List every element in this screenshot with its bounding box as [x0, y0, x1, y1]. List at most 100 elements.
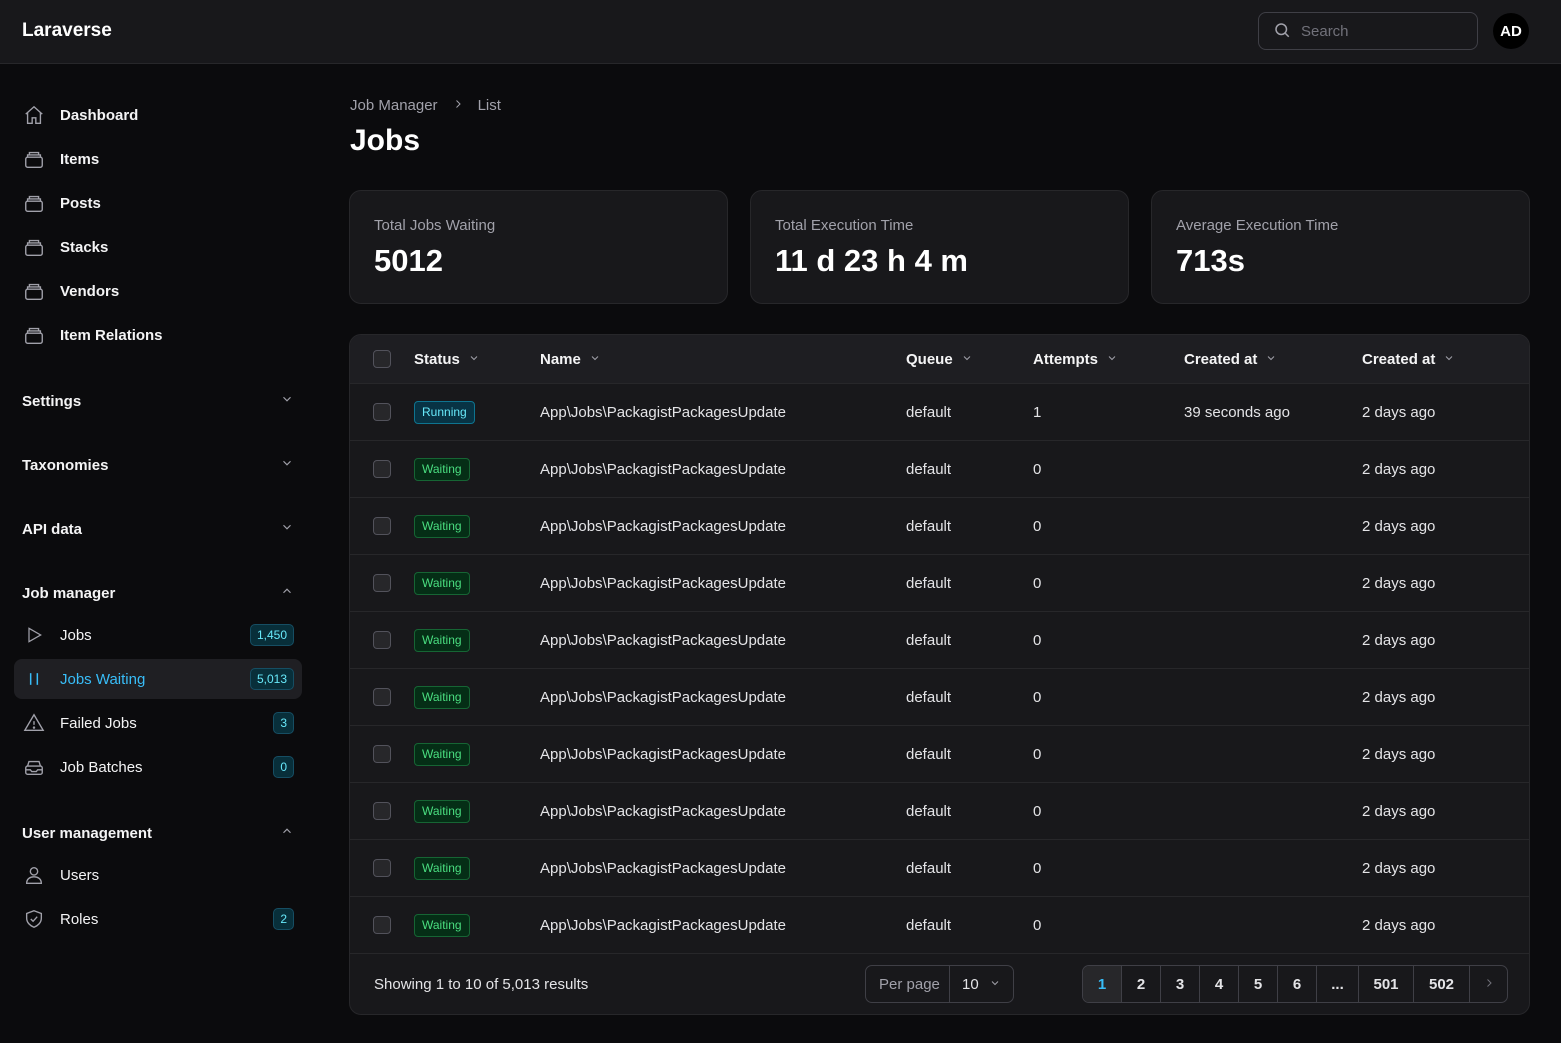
sidebar-item-vendors[interactable]: Vendors	[14, 271, 302, 311]
table-row[interactable]: Waiting App\Jobs\PackagistPackagesUpdate d…	[350, 726, 1529, 783]
table-row[interactable]: Waiting App\Jobs\PackagistPackagesUpdate d…	[350, 441, 1529, 498]
column-header-status[interactable]: Status	[414, 351, 480, 368]
sidebar-item-job-batches[interactable]: Job Batches 0	[14, 747, 302, 787]
sidebar-item-posts[interactable]: Posts	[14, 183, 302, 223]
table-row[interactable]: Running App\Jobs\PackagistPackagesUpdate d…	[350, 384, 1529, 441]
job-attempts: 0	[1033, 461, 1042, 478]
row-checkbox[interactable]	[373, 688, 391, 706]
row-checkbox[interactable]	[373, 916, 391, 934]
search-box[interactable]	[1258, 12, 1478, 50]
select-all-checkbox[interactable]	[373, 350, 391, 368]
user-avatar[interactable]: AD	[1493, 13, 1529, 49]
page-button[interactable]: 2	[1122, 966, 1161, 1002]
job-name: App\Jobs\PackagistPackagesUpdate	[540, 518, 786, 535]
main-content: Job Manager List Jobs Total Jobs Waiting…	[318, 64, 1561, 1043]
sidebar-item-item-relations[interactable]: Item Relations	[14, 315, 302, 355]
sidebar-item-label: Dashboard	[60, 106, 139, 124]
job-name: App\Jobs\PackagistPackagesUpdate	[540, 689, 786, 706]
sidebar-group-settings[interactable]: Settings	[22, 389, 294, 413]
row-checkbox[interactable]	[373, 460, 391, 478]
row-checkbox[interactable]	[373, 574, 391, 592]
sidebar-item-label: Posts	[60, 194, 101, 212]
row-checkbox[interactable]	[373, 859, 391, 877]
table-row[interactable]: Waiting App\Jobs\PackagistPackagesUpdate d…	[350, 669, 1529, 726]
row-checkbox[interactable]	[373, 745, 391, 763]
page-button[interactable]: 502	[1414, 966, 1470, 1002]
chevron-right-icon	[1483, 976, 1495, 993]
stat-value: 5012	[374, 243, 443, 278]
sidebar-group-taxonomies[interactable]: Taxonomies	[22, 453, 294, 477]
job-queue: default	[906, 461, 952, 478]
job-created-at: 2 days ago	[1362, 632, 1436, 649]
table-row[interactable]: Waiting App\Jobs\PackagistPackagesUpdate d…	[350, 612, 1529, 669]
job-queue: default	[906, 860, 952, 877]
table-row[interactable]: Waiting App\Jobs\PackagistPackagesUpdate d…	[350, 783, 1529, 840]
sidebar-item-stacks[interactable]: Stacks	[14, 227, 302, 267]
play-icon	[22, 623, 46, 647]
column-header-reserved-at[interactable]: Created at	[1184, 351, 1277, 368]
sidebar-group-api-data[interactable]: API data	[22, 517, 294, 541]
page-button[interactable]: 3	[1161, 966, 1200, 1002]
home-icon	[22, 103, 46, 127]
job-attempts: 0	[1033, 518, 1042, 535]
status-badge: Waiting	[414, 800, 470, 823]
sidebar-item-label: Failed Jobs	[60, 714, 137, 732]
table-row[interactable]: Waiting App\Jobs\PackagistPackagesUpdate d…	[350, 897, 1529, 954]
job-created-at: 2 days ago	[1362, 461, 1436, 478]
page-button[interactable]: 4	[1200, 966, 1239, 1002]
job-name: App\Jobs\PackagistPackagesUpdate	[540, 803, 786, 820]
sidebar-item-jobs[interactable]: Jobs 1,450	[14, 615, 302, 655]
sidebar-item-label: Job Batches	[60, 758, 143, 776]
row-checkbox[interactable]	[373, 403, 391, 421]
column-header-name[interactable]: Name	[540, 351, 601, 368]
stat-card-total-jobs-waiting: Total Jobs Waiting 5012	[349, 190, 728, 304]
table-row[interactable]: Waiting App\Jobs\PackagistPackagesUpdate d…	[350, 555, 1529, 612]
column-header-created-at[interactable]: Created at	[1362, 351, 1455, 368]
sidebar-group-user-management[interactable]: User management	[22, 821, 294, 845]
search-input[interactable]	[1301, 22, 1461, 40]
sidebar-item-label: Items	[60, 150, 100, 168]
sidebar-item-jobs-waiting[interactable]: Jobs Waiting 5,013	[14, 659, 302, 699]
breadcrumb-current: List	[477, 97, 501, 114]
column-header-attempts[interactable]: Attempts	[1033, 351, 1118, 368]
per-page-label: Per page	[866, 966, 950, 1002]
job-name: App\Jobs\PackagistPackagesUpdate	[540, 632, 786, 649]
row-checkbox[interactable]	[373, 517, 391, 535]
brand-logo[interactable]: Laraverse	[22, 20, 112, 42]
sidebar-group-job-manager[interactable]: Job manager	[22, 581, 294, 605]
breadcrumb-root-link[interactable]: Job Manager	[350, 97, 438, 114]
sidebar-item-roles[interactable]: Roles 2	[14, 899, 302, 939]
job-created-at: 2 days ago	[1362, 746, 1436, 763]
page-button[interactable]: 6	[1278, 966, 1317, 1002]
stat-label: Total Execution Time	[775, 217, 914, 234]
next-page-button[interactable]	[1470, 966, 1507, 1002]
page-button[interactable]: 1	[1083, 966, 1122, 1002]
stack-icon	[22, 279, 46, 303]
chevron-down-icon	[1265, 351, 1277, 368]
column-label: Created at	[1184, 351, 1258, 368]
column-label: Attempts	[1033, 351, 1099, 368]
job-created-at: 2 days ago	[1362, 404, 1436, 421]
group-label: User management	[22, 824, 153, 842]
row-checkbox[interactable]	[373, 802, 391, 820]
table-row[interactable]: Waiting App\Jobs\PackagistPackagesUpdate d…	[350, 840, 1529, 897]
status-badge: Waiting	[414, 515, 470, 538]
group-label: Settings	[22, 392, 82, 410]
table-row[interactable]: Waiting App\Jobs\PackagistPackagesUpdate d…	[350, 498, 1529, 555]
page-button[interactable]: 501	[1359, 966, 1414, 1002]
page-button[interactable]: 5	[1239, 966, 1278, 1002]
job-created-at: 2 days ago	[1362, 803, 1436, 820]
sidebar-item-users[interactable]: Users	[14, 855, 302, 895]
job-queue: default	[906, 746, 952, 763]
sidebar-item-items[interactable]: Items	[14, 139, 302, 179]
group-label: Job manager	[22, 584, 116, 602]
sidebar-item-dashboard[interactable]: Dashboard	[14, 95, 302, 135]
job-attempts: 0	[1033, 860, 1042, 877]
column-label: Queue	[906, 351, 953, 368]
job-attempts: 0	[1033, 803, 1042, 820]
per-page-select[interactable]: Per page 10	[865, 965, 1014, 1003]
per-page-dropdown[interactable]: 10	[950, 976, 1013, 993]
sidebar-item-failed-jobs[interactable]: Failed Jobs 3	[14, 703, 302, 743]
row-checkbox[interactable]	[373, 631, 391, 649]
column-header-queue[interactable]: Queue	[906, 351, 973, 368]
